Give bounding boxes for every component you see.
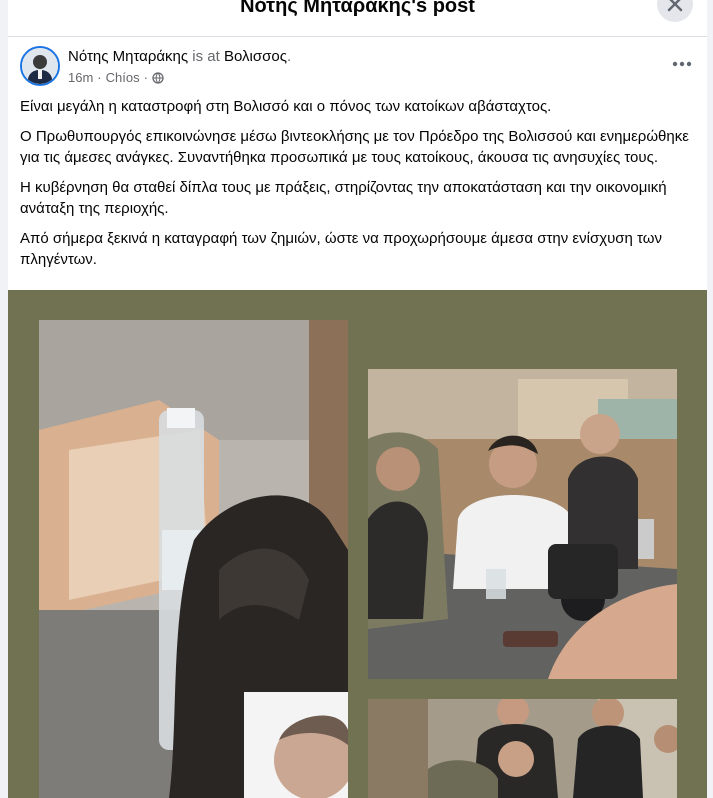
photo-meeting[interactable] xyxy=(368,369,677,679)
author-name[interactable]: Νότης Μηταράκης xyxy=(68,48,188,65)
post-dialog: Νότης Μηταράκης's post Νότης Μηταράκης i… xyxy=(8,0,707,798)
post-place[interactable]: Chíos xyxy=(106,70,140,85)
photo-meeting-image xyxy=(368,369,677,679)
globe-icon[interactable] xyxy=(152,71,164,84)
photo-water-bottle-image xyxy=(39,320,348,798)
location-link[interactable]: Βολισσος xyxy=(224,48,287,65)
post-header: Νότης Μηταράκης is at Βολισσος. 16m · Ch… xyxy=(20,46,700,90)
close-button[interactable] xyxy=(657,0,693,22)
more-options-icon xyxy=(672,61,692,67)
location-suffix: . xyxy=(286,48,292,65)
avatar-photo xyxy=(22,48,58,84)
is-at-text: is at xyxy=(188,48,224,65)
post-paragraph-2: Ο Πρωθυπουργός επικοινώνησε μέσω βιντεοκ… xyxy=(20,128,689,166)
meta-separator: · xyxy=(97,70,102,85)
post-time[interactable]: 16m xyxy=(68,70,93,85)
post-meta: 16m · Chíos · xyxy=(68,70,164,85)
post-text: Είναι μεγάλη η καταστροφή στη Βολισσό κα… xyxy=(20,96,700,279)
photo-collage xyxy=(8,290,707,798)
meta-separator-2: · xyxy=(143,70,148,85)
photo-group-image xyxy=(368,699,677,798)
dialog-header: Νότης Μηταράκης's post xyxy=(8,0,707,37)
post-paragraph-1: Είναι μεγάλη η καταστροφή στη Βολισσό κα… xyxy=(20,98,552,115)
avatar[interactable] xyxy=(20,46,60,86)
author-line: Νότης Μηταράκης is at Βολισσος. xyxy=(68,48,291,65)
post-paragraph-4: Από σήμερα ξεκινά η καταγραφή των ζημιών… xyxy=(20,230,662,268)
photo-group[interactable] xyxy=(368,699,677,798)
close-icon xyxy=(667,0,683,12)
more-options-button[interactable] xyxy=(664,50,700,78)
post-paragraph-3: Η κυβέρνηση θα σταθεί δίπλα τους με πράξ… xyxy=(20,179,667,217)
dialog-title: Νότης Μηταράκης's post xyxy=(240,0,475,17)
photo-water-bottle[interactable] xyxy=(39,320,348,798)
